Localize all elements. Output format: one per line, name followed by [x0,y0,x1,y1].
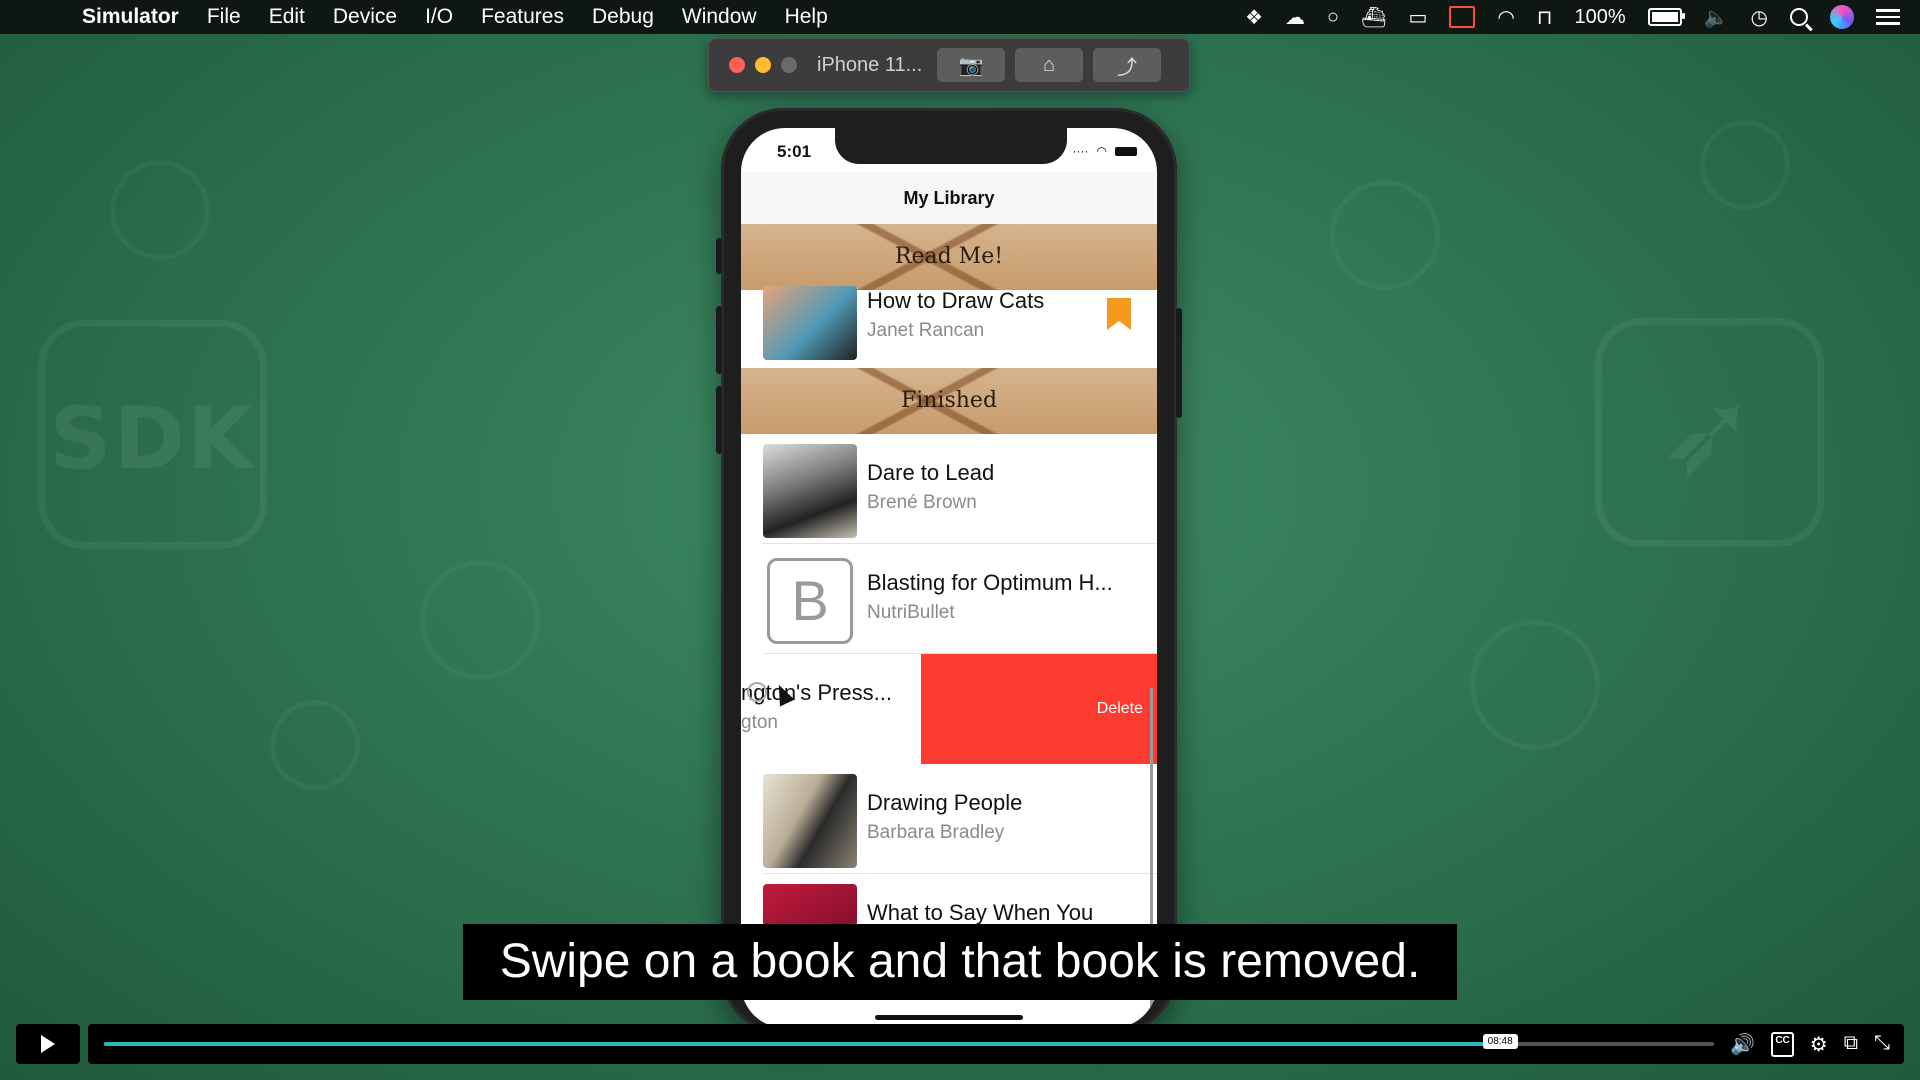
menu-io[interactable]: I/O [425,5,453,29]
swift-background-icon: ➶ [1595,318,1824,547]
book-cover-image [763,286,857,360]
delete-button[interactable]: Delete [921,654,1157,764]
wifi-icon[interactable]: ◠ [1497,5,1514,30]
battery-icon [1115,146,1137,156]
camera-icon: 📷 [958,54,984,77]
menu-window[interactable]: Window [682,5,757,29]
background-decoration [1700,120,1790,210]
book-row[interactable]: Drawing People Barbara Bradley [741,764,1157,874]
iphone-device: 5:01 ···· ◠ My Library Read Me! How to D… [716,108,1182,1034]
notification-center-icon[interactable] [1876,5,1900,29]
control-icons: 🔊 CC ⚙ ⧉ ⤡ [1730,1032,1890,1057]
book-author: Brené Brown [867,492,977,513]
menu-debug[interactable]: Debug [592,5,654,29]
volume-icon[interactable]: 🔊 [1730,1032,1755,1057]
fullscreen-exit-icon[interactable]: ⤡ [1874,1032,1890,1057]
background-decoration [1330,180,1440,290]
minimize-window-button[interactable] [755,57,771,73]
siri-icon[interactable] [1830,5,1854,29]
signal-icon: ···· [1072,144,1089,158]
docker-icon[interactable]: ⛴ [1361,5,1386,30]
menu-features[interactable]: Features [481,5,564,29]
zoom-window-button[interactable] [781,57,797,73]
volume-up-button [716,306,722,374]
power-button [1176,308,1182,418]
volume-icon[interactable]: 🔈 [1704,5,1729,30]
book-cover-image [763,444,857,538]
book-author: NutriBullet [867,602,955,623]
notch [835,128,1067,164]
book-title: Drawing People [867,790,1023,815]
menu-file[interactable]: File [207,5,241,29]
display-icon[interactable]: ⊓ [1537,5,1553,30]
close-window-button[interactable] [729,57,745,73]
background-decoration [420,560,540,680]
video-controls: 08:48 🔊 CC ⚙ ⧉ ⤡ [88,1024,1904,1064]
book-cover-image [763,774,857,868]
status-time: 5:01 [777,142,812,161]
book-title: What to Say When You [867,900,1094,925]
menu-help[interactable]: Help [785,5,828,29]
background-decoration [1470,620,1600,750]
book-row[interactable]: Dare to Lead Brené Brown [741,434,1157,544]
rotate-icon: ⤴ [1117,56,1137,79]
dropbox-icon[interactable]: ❖ [1245,5,1263,30]
play-button[interactable] [16,1024,80,1064]
section-header-read-me: Read Me! [741,224,1157,290]
airplay-icon[interactable]: ▭ [1409,5,1428,30]
phone-screen: 5:01 ···· ◠ My Library Read Me! How to D… [741,128,1157,1028]
simulator-toolbar: iPhone 11... 📷 ⌂ ⤴ [708,38,1190,92]
book-author: gton [741,712,778,733]
section-header-finished: Finished [741,368,1157,434]
time-machine-icon[interactable]: ◷ [1751,5,1768,30]
play-icon [41,1035,55,1053]
sdk-background-icon: SDK [38,320,267,549]
book-row-swiped[interactable]: ngton's Press... gton Delete [741,654,1157,764]
rotate-button[interactable]: ⤴ [1093,48,1161,82]
video-caption: Swipe on a book and that book is removed… [463,924,1457,1000]
battery-percent: 100% [1574,5,1626,28]
menu-device[interactable]: Device [333,5,397,29]
touch-indicator [747,682,767,702]
clapperboard-icon[interactable] [1449,6,1476,28]
circle-icon[interactable]: ○ [1327,6,1339,29]
bookmark-icon[interactable] [1107,298,1131,330]
captions-icon[interactable]: CC [1771,1032,1794,1057]
mute-switch [716,238,722,274]
book-author: Barbara Bradley [867,822,1005,843]
home-indicator[interactable] [875,1015,1023,1020]
picture-in-picture-icon[interactable]: ⧉ [1844,1032,1858,1057]
screenshot-button[interactable]: 📷 [937,48,1005,82]
device-name: iPhone 11... [817,53,923,76]
book-title: Dare to Lead [867,460,995,485]
progress-bar[interactable]: 08:48 [104,1034,1714,1049]
background-decoration [110,160,210,260]
app-menu[interactable]: Simulator [82,5,179,29]
book-row[interactable]: B Blasting for Optimum H... NutriBullet [741,544,1157,654]
search-icon[interactable] [1790,8,1808,26]
book-title: Blasting for Optimum H... [867,570,1113,595]
phone-status-icons: ···· ◠ [1073,144,1137,158]
home-button[interactable]: ⌂ [1015,48,1083,82]
background-decoration [270,700,360,790]
battery-icon[interactable] [1647,8,1685,26]
menu-edit[interactable]: Edit [269,5,305,29]
status-area: ❖ ☁ ○ ⛴ ▭ ◠ ⊓ 100% 🔈 ◷ [1245,0,1900,34]
home-icon: ⌂ [1042,53,1056,76]
settings-icon[interactable]: ⚙ [1810,1032,1828,1057]
menu-bar: Simulator File Edit Device I/O Features … [0,0,1920,34]
nav-title: My Library [741,172,1157,224]
volume-down-button [716,386,722,454]
book-row[interactable]: How to Draw Cats Janet Rancan [741,286,1157,368]
wifi-icon: ◠ [1096,144,1107,158]
hover-time: 08:48 [1482,1034,1518,1049]
book-author: Janet Rancan [867,320,985,341]
progress-fill [104,1042,1497,1046]
book-title: How to Draw Cats [867,288,1045,313]
placeholder-cover: B [767,558,853,644]
creative-cloud-icon[interactable]: ☁ [1285,5,1305,30]
